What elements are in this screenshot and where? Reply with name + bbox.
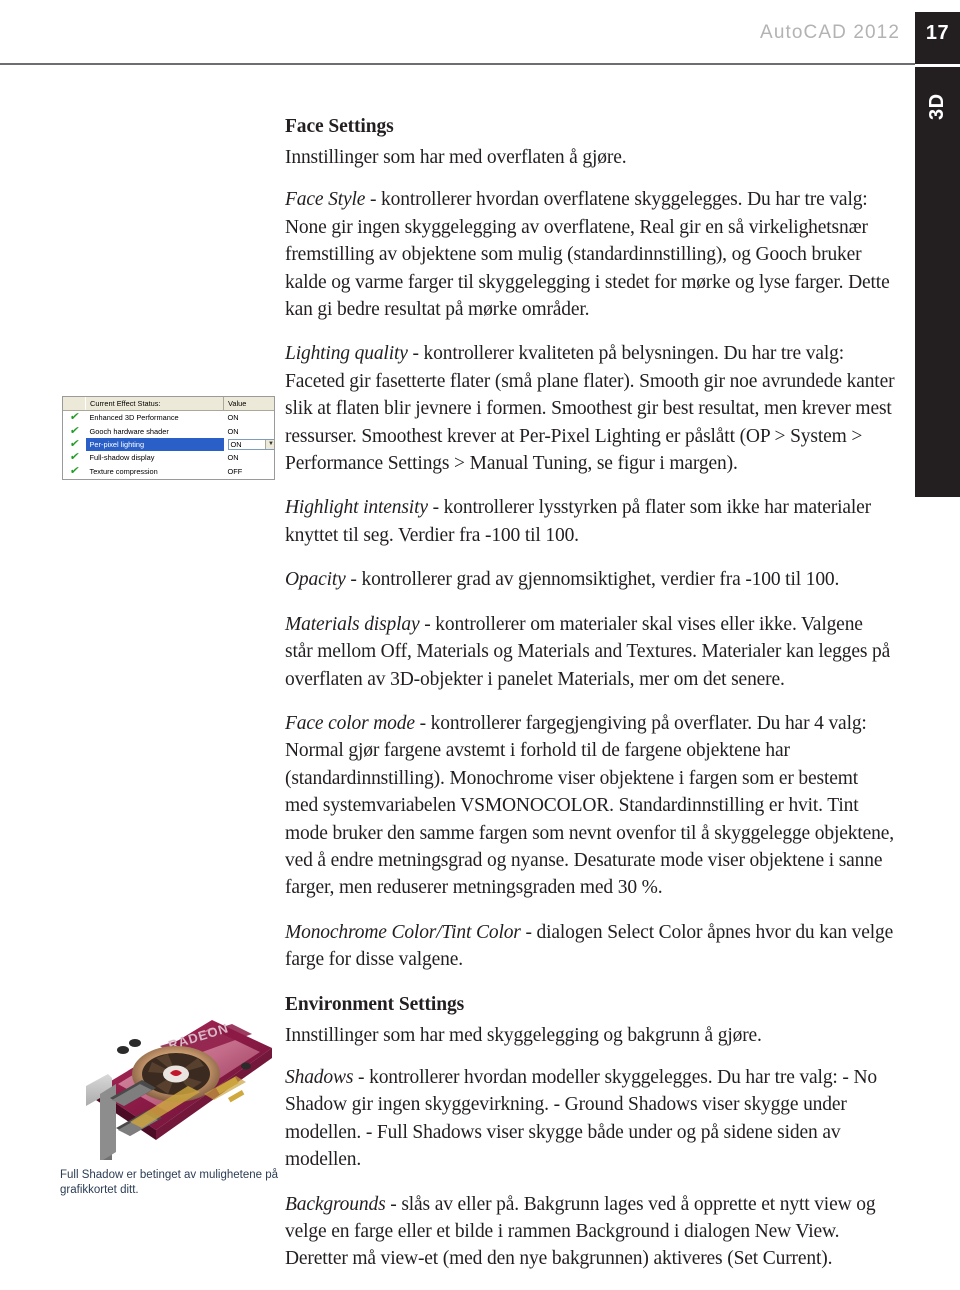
- paragraph-backgrounds: Backgrounds - slås av eller på. Bakgrunn…: [285, 1191, 895, 1273]
- check-icon-cell: ✔: [63, 438, 86, 451]
- heading-environment-settings: Environment Settings: [285, 993, 465, 1015]
- check-icon-cell: ✔: [63, 411, 86, 425]
- checkmark-icon: ✔: [68, 411, 81, 424]
- value-combobox[interactable]: ON ▼: [227, 438, 274, 450]
- term-monochrome-color: Monochrome Color/Tint Color: [285, 921, 521, 943]
- paragraph-highlight-intensity: Highlight intensity - kontrollerer lysst…: [285, 494, 895, 549]
- term-face-style: Face Style: [285, 189, 366, 211]
- section-tab-label: 3D: [926, 93, 948, 121]
- column-header-status: Current Effect Status:: [85, 397, 224, 411]
- row-label: Per-pixel lighting: [85, 437, 224, 452]
- term-opacity: Opacity: [285, 569, 346, 591]
- term-shadows: Shadows: [285, 1066, 354, 1088]
- table-row[interactable]: ✔ Enhanced 3D Performance ON: [63, 411, 274, 425]
- row-label: Texture compression: [89, 466, 158, 476]
- column-header-check: [63, 397, 86, 411]
- row-label: Gooch hardware shader: [89, 426, 169, 436]
- body-text-column: Face Settings Innstillinger som har med …: [285, 113, 895, 1290]
- table-row[interactable]: ✔ Texture compression OFF: [63, 465, 274, 478]
- paragraph-materials-display: Materials display - kontrollerer om mate…: [285, 611, 895, 693]
- row-value: ON: [227, 413, 239, 423]
- table-row[interactable]: ✔ Gooch hardware shader ON: [63, 424, 274, 437]
- heading-face-settings: Face Settings: [285, 116, 394, 137]
- paragraph-opacity: Opacity - kontrollerer grad av gjennomsi…: [285, 566, 895, 593]
- row-value-dropdown[interactable]: ON ▼: [224, 438, 274, 451]
- check-icon-cell: ✔: [63, 465, 86, 478]
- row-value: ON: [227, 426, 239, 436]
- table-row-selected[interactable]: ✔ Per-pixel lighting ON ▼: [63, 437, 274, 452]
- header-divider-rule: [0, 63, 915, 65]
- row-label: Enhanced 3D Performance: [89, 413, 179, 423]
- figure-caption-graphics-card: Full Shadow er betinget av mulighetene p…: [60, 1169, 279, 1196]
- effect-status-rows: ✔ Enhanced 3D Performance ON ✔ Gooch har…: [63, 411, 274, 478]
- paragraph-face-style: Face Style - kontrollerer hvordan overfl…: [285, 186, 895, 323]
- effect-status-table: Current Effect Status: Value ✔ Enhanced …: [63, 397, 274, 478]
- table-header-row: Current Effect Status: Value: [63, 397, 274, 411]
- graphics-card-illustration: RADEON: [86, 1020, 272, 1160]
- row-label: Full-shadow display: [89, 453, 155, 463]
- paragraph-face-color-mode: Face color mode - kontrollerer fargegjen…: [285, 710, 895, 902]
- check-icon-cell: ✔: [63, 424, 86, 437]
- row-value: ON: [227, 453, 239, 463]
- term-lighting-quality: Lighting quality: [285, 343, 408, 365]
- paragraph-face-settings-intro: Innstillinger som har med overflaten å g…: [285, 147, 627, 168]
- paragraph-shadows: Shadows - kontrollerer hvordan modeller …: [285, 1064, 895, 1174]
- effect-status-screenshot[interactable]: Current Effect Status: Value ✔ Enhanced …: [62, 396, 275, 480]
- paragraph-monochrome-color: Monochrome Color/Tint Color - dialogen S…: [285, 919, 895, 974]
- checkmark-icon: ✔: [68, 464, 81, 477]
- combobox-value: ON: [230, 439, 242, 449]
- paragraph-lighting-quality: Lighting quality - kontrollerer kvalitet…: [285, 340, 895, 477]
- text-face-color-mode: - kontrollerer fargegjengiving på overfl…: [285, 712, 894, 899]
- table-row[interactable]: ✔ Full-shadow display ON: [63, 451, 274, 464]
- paragraph-environment-settings-intro: Innstillinger som har med skyggelegging …: [285, 1024, 762, 1046]
- term-materials-display: Materials display: [285, 613, 420, 635]
- column-header-value: Value: [223, 397, 274, 411]
- checkmark-icon: ✔: [68, 424, 81, 437]
- checkmark-icon: ✔: [68, 437, 81, 450]
- term-highlight-intensity: Highlight intensity: [285, 497, 428, 519]
- term-backgrounds: Backgrounds: [285, 1193, 386, 1215]
- text-shadows: - kontrollerer hvordan modeller skyggele…: [285, 1066, 878, 1171]
- graphics-card-photo: RADEON: [60, 1002, 282, 1160]
- text-face-style: - kontrollerer hvordan overflatene skygg…: [285, 189, 890, 321]
- term-face-color-mode: Face color mode: [285, 712, 415, 734]
- text-opacity: - kontrollerer grad av gjennomsiktighet,…: [345, 569, 840, 591]
- chevron-down-icon[interactable]: ▼: [264, 439, 274, 449]
- page-number: 17: [925, 22, 950, 44]
- checkmark-icon: ✔: [68, 451, 81, 464]
- running-header-title: AutoCAD 2012: [760, 22, 900, 43]
- row-value: OFF: [227, 466, 243, 476]
- check-icon-cell: ✔: [63, 451, 86, 464]
